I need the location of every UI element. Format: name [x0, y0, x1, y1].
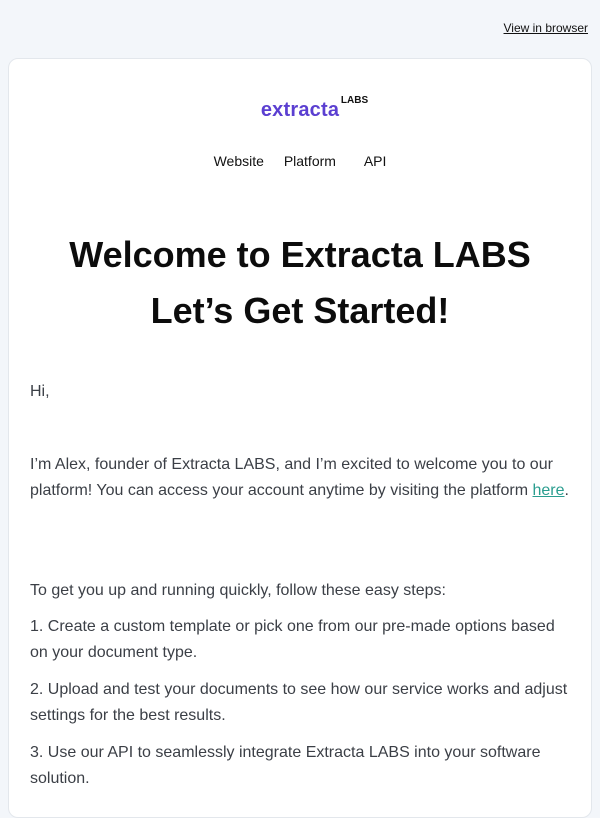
- view-in-browser-link[interactable]: View in browser: [504, 21, 588, 35]
- title-line-1: Welcome to Extracta LABS: [69, 234, 531, 275]
- logo-wordmark: extracta: [260, 99, 340, 121]
- step-3: 3. Use our API to seamlessly integrate E…: [30, 744, 541, 787]
- nav-api-link[interactable]: API: [364, 153, 387, 169]
- steps-intro: To get you up and running quickly, follo…: [30, 582, 446, 599]
- intro-paragraph: I’m Alex, founder of Extracta LABS, and …: [30, 452, 571, 504]
- nav-platform-link[interactable]: Platform: [284, 153, 336, 169]
- step-1: 1. Create a custom template or pick one …: [30, 618, 555, 661]
- step-2: 2. Upload and test your documents to see…: [30, 681, 568, 724]
- page-title: Welcome to Extracta LABS Let’s Get Start…: [9, 227, 591, 339]
- nav-website-link[interactable]: Website: [214, 153, 264, 169]
- intro-period: .: [564, 482, 569, 499]
- intro-text: I’m Alex, founder of Extracta LABS, and …: [30, 456, 553, 499]
- logo-labs-badge: LABS: [340, 95, 369, 106]
- top-nav: Website Platform API: [9, 153, 591, 169]
- greeting-text: Hi,: [30, 383, 50, 400]
- logo[interactable]: extracta LABS: [9, 95, 591, 129]
- email-top-bar: View in browser: [0, 0, 600, 58]
- title-line-2: Let’s Get Started!: [150, 290, 450, 331]
- email-card: extracta LABS Website Platform API Welco…: [8, 58, 592, 818]
- here-link[interactable]: here: [532, 482, 564, 499]
